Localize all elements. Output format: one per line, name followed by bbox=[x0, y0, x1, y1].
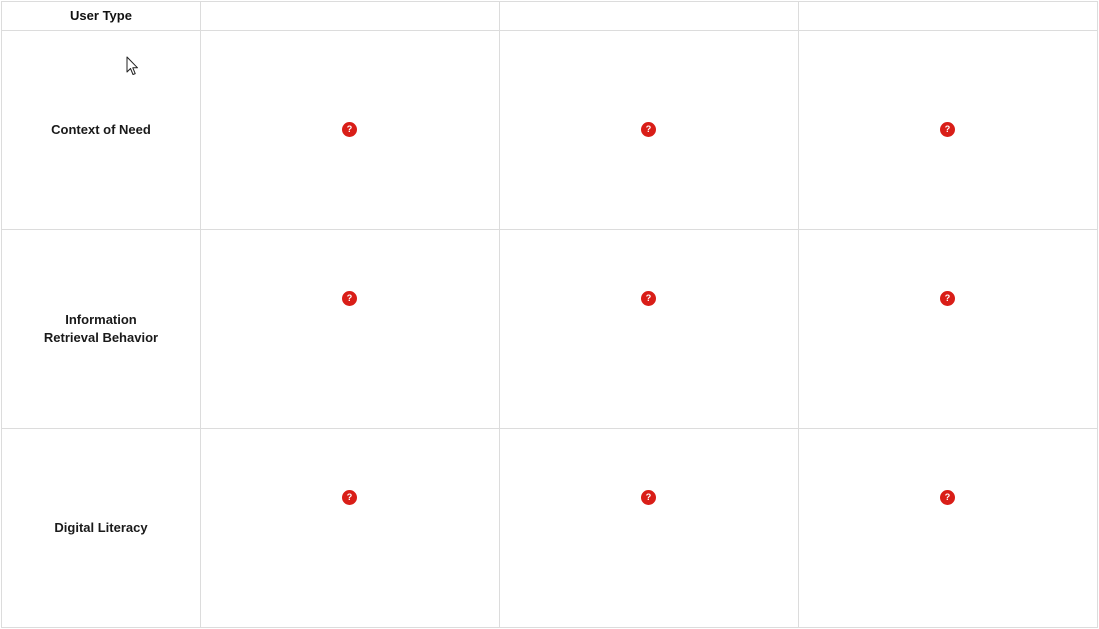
question-mark-circle-icon[interactable]: ? bbox=[342, 490, 357, 505]
table-row-context-of-need: Context of Need ? ? ? bbox=[1, 30, 1098, 230]
header-column-1[interactable] bbox=[200, 1, 500, 31]
user-type-matrix: User Type Context of Need ? ? ? Informat… bbox=[1, 1, 1098, 628]
row-label-information-retrieval-behavior: Information Retrieval Behavior bbox=[1, 229, 201, 429]
cell-literacy-col-3[interactable]: ? bbox=[798, 428, 1098, 628]
cell-literacy-col-2[interactable]: ? bbox=[499, 428, 799, 628]
cell-context-col-3[interactable]: ? bbox=[798, 30, 1098, 230]
question-mark-circle-icon[interactable]: ? bbox=[641, 122, 656, 137]
cell-retrieval-col-2[interactable]: ? bbox=[499, 229, 799, 429]
cell-retrieval-col-1[interactable]: ? bbox=[200, 229, 500, 429]
header-user-type: User Type bbox=[1, 1, 201, 31]
table-row-information-retrieval: Information Retrieval Behavior ? ? ? bbox=[1, 229, 1098, 429]
header-column-3[interactable] bbox=[798, 1, 1098, 31]
cell-retrieval-col-3[interactable]: ? bbox=[798, 229, 1098, 429]
header-column-2[interactable] bbox=[499, 1, 799, 31]
cell-context-col-1[interactable]: ? bbox=[200, 30, 500, 230]
question-mark-circle-icon[interactable]: ? bbox=[641, 291, 656, 306]
table-row-digital-literacy: Digital Literacy ? ? ? bbox=[1, 428, 1098, 628]
row-label-digital-literacy: Digital Literacy bbox=[1, 428, 201, 628]
header-row: User Type bbox=[1, 1, 1098, 31]
question-mark-circle-icon[interactable]: ? bbox=[342, 122, 357, 137]
row-label-context-of-need: Context of Need bbox=[1, 30, 201, 230]
cell-context-col-2[interactable]: ? bbox=[499, 30, 799, 230]
question-mark-circle-icon[interactable]: ? bbox=[940, 291, 955, 306]
matrix-table: User Type Context of Need ? ? ? Informat… bbox=[1, 1, 1098, 628]
question-mark-circle-icon[interactable]: ? bbox=[342, 291, 357, 306]
cell-literacy-col-1[interactable]: ? bbox=[200, 428, 500, 628]
question-mark-circle-icon[interactable]: ? bbox=[940, 122, 955, 137]
question-mark-circle-icon[interactable]: ? bbox=[940, 490, 955, 505]
question-mark-circle-icon[interactable]: ? bbox=[641, 490, 656, 505]
